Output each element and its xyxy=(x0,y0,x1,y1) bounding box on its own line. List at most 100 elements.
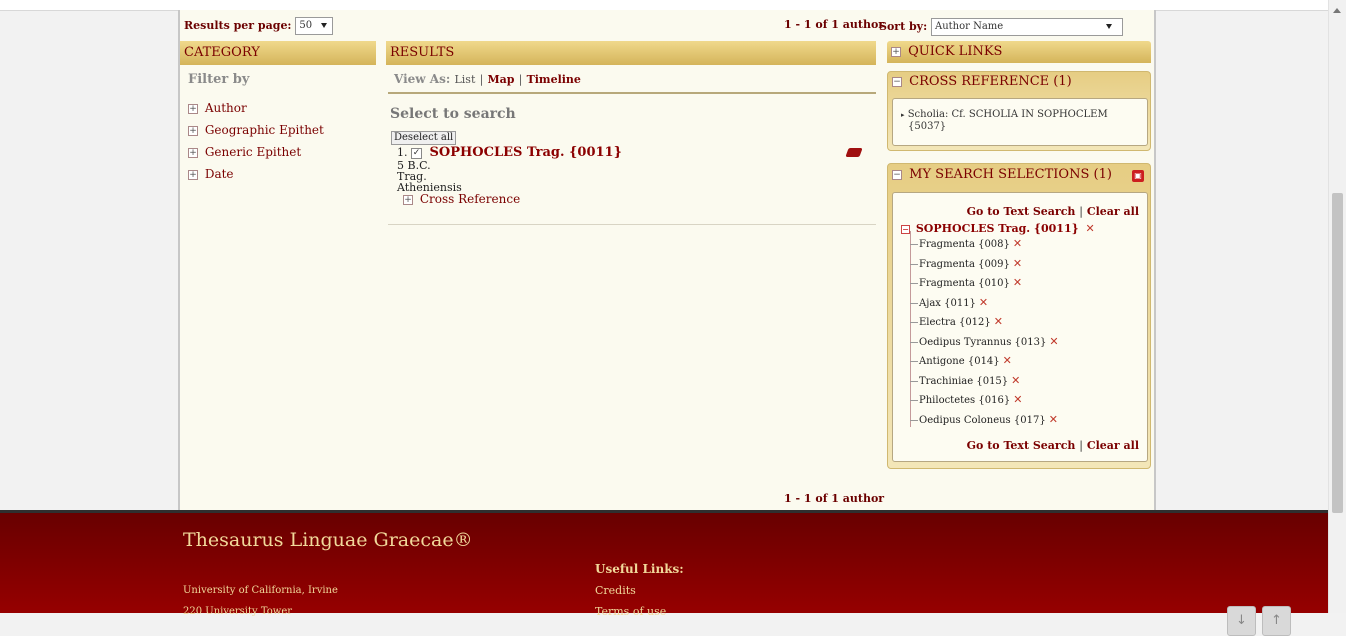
work-label[interactable]: Trachiniae {015} xyxy=(919,376,1008,387)
minus-icon: − xyxy=(892,76,902,87)
cross-reference-title: CROSS REFERENCE (1) xyxy=(909,74,1072,89)
remove-icon[interactable]: ✕ xyxy=(1011,374,1020,387)
view-list-option[interactable]: List xyxy=(454,73,475,86)
filter-item-label: Author xyxy=(204,101,247,115)
tree-work-item: Oedipus Coloneus {017} ✕ xyxy=(910,410,1059,430)
footer-address: 220 University Tower xyxy=(183,606,293,617)
go-to-text-search-link[interactable]: Go to Text Search xyxy=(967,205,1076,218)
tree-work-item: Trachiniae {015} ✕ xyxy=(910,371,1059,391)
book-icon[interactable] xyxy=(845,148,863,157)
filter-item-label: Generic Epithet xyxy=(204,145,302,159)
work-label[interactable]: Electra {012} xyxy=(919,317,991,328)
filter-item-label: Geographic Epithet xyxy=(204,123,324,137)
minus-icon[interactable]: − xyxy=(901,224,910,234)
filter-item-author[interactable]: + Author xyxy=(188,97,324,119)
work-label[interactable]: Fragmenta {008} xyxy=(919,239,1010,250)
chevron-down-icon xyxy=(321,23,328,28)
scrollbar-thumb[interactable] xyxy=(1332,193,1343,513)
filter-by-title: Filter by xyxy=(188,72,250,87)
cross-reference-label: Cross Reference xyxy=(419,192,521,206)
work-label[interactable]: Antigone {014} xyxy=(919,356,1000,367)
cross-reference-entry[interactable]: ▸ Scholia: Cf. SCHOLIA IN SOPHOCLEM {503… xyxy=(901,109,1108,132)
footer-title: Thesaurus Linguae Graecae® xyxy=(183,529,473,551)
results-per-page: Results per page: 50 xyxy=(184,17,334,35)
filter-item-date[interactable]: + Date xyxy=(188,163,324,185)
work-label[interactable]: Oedipus Coloneus {017} xyxy=(919,415,1046,426)
remove-icon[interactable]: ✕ xyxy=(1013,237,1022,250)
results-per-page-select[interactable]: 50 xyxy=(295,17,334,35)
clear-all-link[interactable]: Clear all xyxy=(1087,205,1139,218)
scroll-down-icon[interactable]: ↓ xyxy=(1227,606,1256,636)
filter-item-geographic-epithet[interactable]: + Geographic Epithet xyxy=(188,119,324,141)
view-timeline-link[interactable]: Timeline xyxy=(527,73,581,86)
filter-item-generic-epithet[interactable]: + Generic Epithet xyxy=(188,141,324,163)
results-per-page-label: Results per page: xyxy=(184,19,292,32)
save-icon[interactable]: ▣ xyxy=(1132,170,1144,182)
work-label[interactable]: Ajax {011} xyxy=(919,298,976,309)
result-number: 1. xyxy=(397,146,408,159)
tree-children: Fragmenta {008} ✕ Fragmenta {009} ✕ Fragme… xyxy=(910,234,1059,429)
sort-by-value: Author Name xyxy=(934,21,1004,32)
scrollbar[interactable] xyxy=(1328,0,1346,613)
my-search-selections-header[interactable]: − MY SEARCH SELECTIONS (1) xyxy=(892,167,1112,182)
tree-work-item: Electra {012} ✕ xyxy=(910,312,1059,332)
tree-work-item: Oedipus Tyrannus {013} ✕ xyxy=(910,332,1059,352)
plus-icon: + xyxy=(188,125,198,136)
result-count-bottom: 1 - 1 of 1 author xyxy=(784,492,885,505)
tree-work-item: Philoctetes {016} ✕ xyxy=(910,390,1059,410)
footer: Thesaurus Linguae Graecae® Useful Links:… xyxy=(0,510,1329,636)
tree-work-item: Fragmenta {009} ✕ xyxy=(910,254,1059,274)
work-label[interactable]: Fragmenta {009} xyxy=(919,259,1010,270)
go-to-text-search-link[interactable]: Go to Text Search xyxy=(967,439,1076,452)
deselect-all-button[interactable]: Deselect all xyxy=(391,131,457,145)
minus-icon: − xyxy=(892,169,902,180)
remove-icon[interactable]: ✕ xyxy=(1003,354,1012,367)
results-divider xyxy=(388,92,876,94)
view-map-link[interactable]: Map xyxy=(487,73,514,86)
sort-by-select[interactable]: Author Name xyxy=(930,18,1123,36)
footer-link-terms[interactable]: Terms of use xyxy=(595,605,666,618)
my-search-selections-body: Go to Text Search | Clear all − SOPHOCLE… xyxy=(892,192,1148,462)
footer-link-credits[interactable]: Credits xyxy=(595,584,636,597)
clear-all-link[interactable]: Clear all xyxy=(1087,439,1139,452)
remove-icon[interactable]: ✕ xyxy=(994,315,1003,328)
remove-icon[interactable]: ✕ xyxy=(1049,413,1058,426)
scroll-up-arrow-icon[interactable] xyxy=(1333,8,1341,13)
selection-actions-top: Go to Text Search | Clear all xyxy=(966,205,1139,218)
result-title-row: 1. ✓ SOPHOCLES Trag. {0011} xyxy=(397,145,622,160)
remove-icon[interactable]: ✕ xyxy=(979,296,988,309)
remove-icon[interactable]: ✕ xyxy=(1013,257,1022,270)
result-date: 5 B.C. xyxy=(397,159,431,172)
view-as-label: View As: xyxy=(394,72,451,86)
result-count-top: 1 - 1 of 1 author xyxy=(784,18,885,31)
remove-icon[interactable]: ✕ xyxy=(1049,335,1058,348)
result-checkbox[interactable]: ✓ xyxy=(411,147,422,159)
selection-actions-bottom: Go to Text Search | Clear all xyxy=(966,439,1139,452)
quick-links-header[interactable]: + QUICK LINKS xyxy=(887,41,1151,63)
tree-work-item: Ajax {011} ✕ xyxy=(910,293,1059,313)
cross-reference-body: ▸ Scholia: Cf. SCHOLIA IN SOPHOCLEM {503… xyxy=(892,98,1148,146)
cross-reference-header[interactable]: − CROSS REFERENCE (1) xyxy=(892,74,1072,89)
result-author-link[interactable]: SOPHOCLES Trag. {0011} xyxy=(430,145,622,160)
tree-work-item: Antigone {014} ✕ xyxy=(910,351,1059,371)
remove-icon[interactable]: ✕ xyxy=(1086,222,1095,235)
remove-icon[interactable]: ✕ xyxy=(1013,393,1022,406)
my-search-selections-title: MY SEARCH SELECTIONS (1) xyxy=(909,167,1112,182)
filter-item-label: Date xyxy=(204,167,234,181)
cross-reference-line1: Scholia: Cf. SCHOLIA IN SOPHOCLEM xyxy=(907,109,1108,120)
work-label[interactable]: Oedipus Tyrannus {013} xyxy=(919,337,1046,348)
tree-work-item: Fragmenta {008} ✕ xyxy=(910,234,1059,254)
plus-icon: + xyxy=(891,46,901,57)
remove-icon[interactable]: ✕ xyxy=(1013,276,1022,289)
plus-icon: + xyxy=(403,194,413,205)
tree-work-item: Fragmenta {010} ✕ xyxy=(910,273,1059,293)
cross-reference-line2: {5037} xyxy=(908,121,947,132)
scroll-up-icon[interactable]: ↑ xyxy=(1262,606,1291,636)
work-label[interactable]: Fragmenta {010} xyxy=(919,278,1010,289)
cross-reference-panel: − CROSS REFERENCE (1) ▸ Scholia: Cf. SCH… xyxy=(887,71,1151,151)
caret-right-icon: ▸ xyxy=(901,111,905,119)
select-to-search-heading: Select to search xyxy=(390,106,516,122)
useful-links-heading: Useful Links: xyxy=(595,562,684,576)
work-label[interactable]: Philoctetes {016} xyxy=(919,395,1010,406)
cross-reference-toggle[interactable]: + Cross Reference xyxy=(403,192,622,206)
